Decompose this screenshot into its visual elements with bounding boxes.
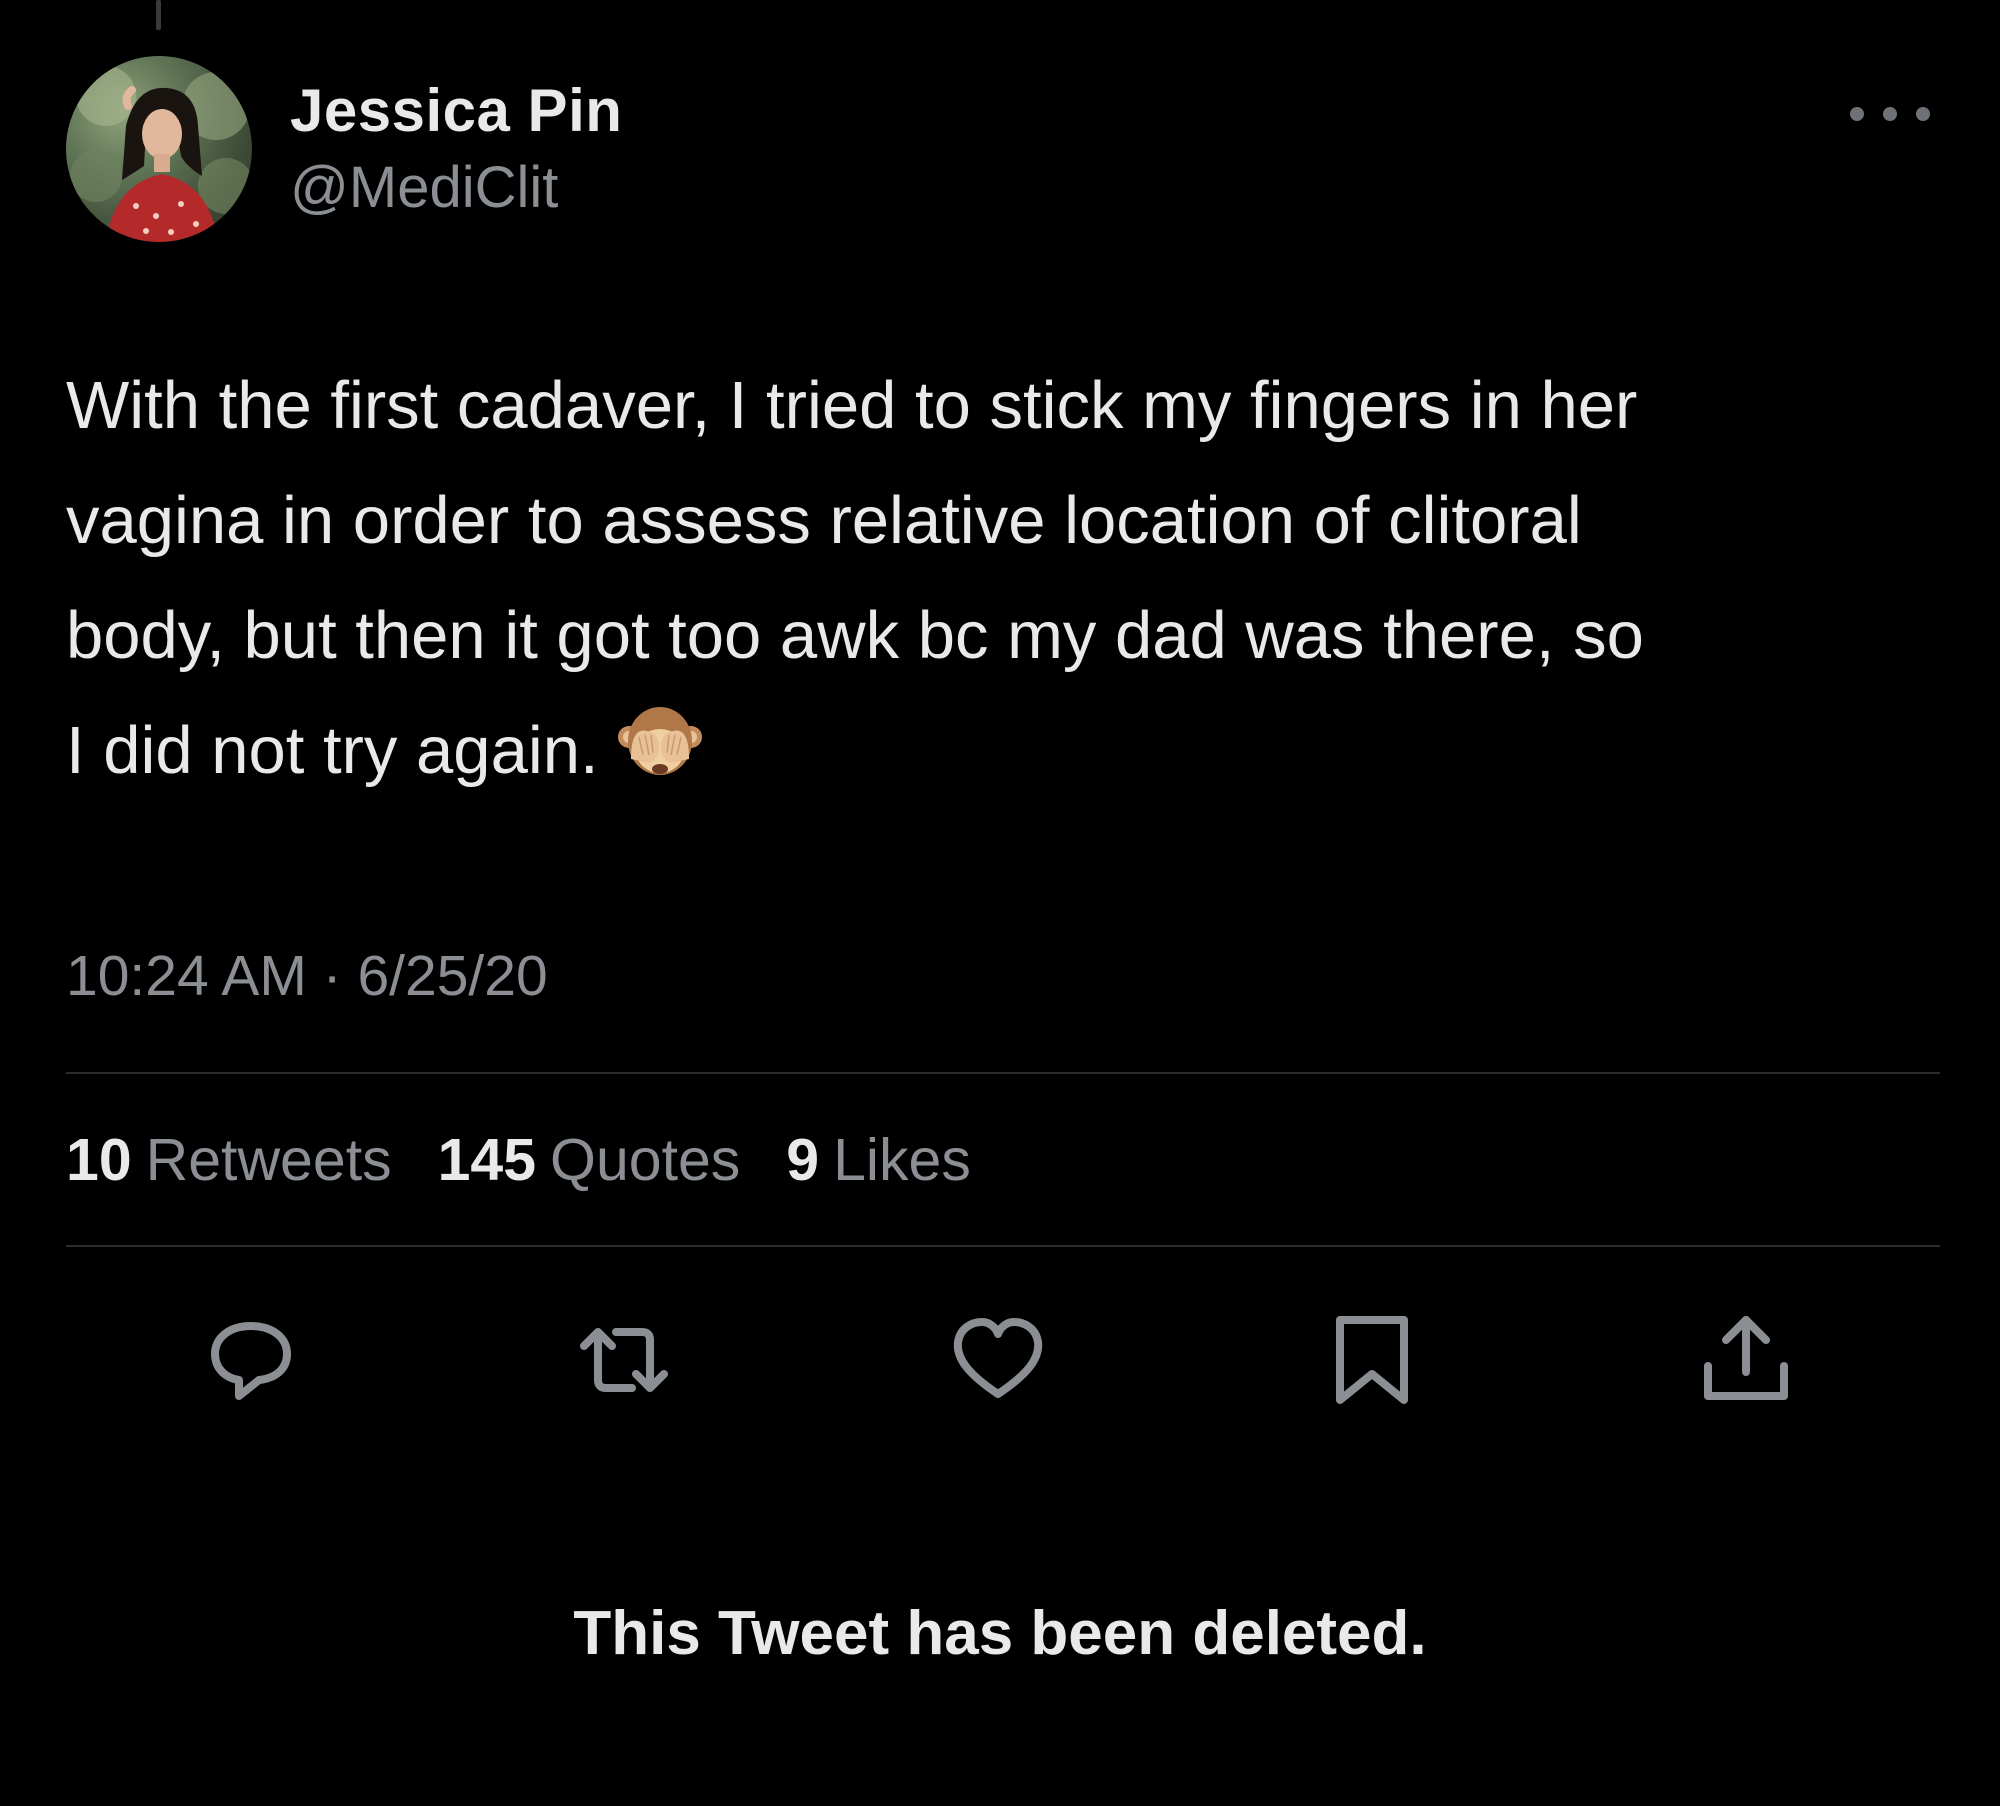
- like-button[interactable]: [938, 1300, 1058, 1420]
- likes-count: 9: [786, 1127, 820, 1193]
- see-no-evil-monkey-icon: [617, 707, 702, 775]
- tweet-stats: 10 Retweets 145 Quotes 9 Likes: [66, 1126, 971, 1194]
- bookmark-icon: [1336, 1316, 1408, 1404]
- more-dot: [1916, 107, 1930, 121]
- quotes-label: Quotes: [550, 1127, 741, 1193]
- thread-connector-line: [156, 0, 161, 30]
- retweet-icon: [580, 1328, 668, 1392]
- deleted-tweet-notice: This Tweet has been deleted.: [573, 1599, 1427, 1668]
- reply-button[interactable]: [191, 1300, 311, 1420]
- more-dot: [1850, 107, 1864, 121]
- tweet-timestamp[interactable]: 10:24 AM · 6/25/20: [66, 943, 548, 1009]
- author-name[interactable]: Jessica Pin: [290, 76, 622, 145]
- likes-label: Likes: [833, 1127, 971, 1193]
- share-icon: [1704, 1316, 1788, 1400]
- bookmark-button[interactable]: [1312, 1300, 1432, 1420]
- quotes-stat[interactable]: 145 Quotes: [438, 1126, 741, 1194]
- share-button[interactable]: [1686, 1300, 1806, 1420]
- more-options-icon[interactable]: [1850, 96, 1930, 132]
- tweet-text-line-last: I did not try again.: [66, 693, 1946, 808]
- author-handle[interactable]: @MediClit: [290, 154, 558, 221]
- retweets-stat[interactable]: 10 Retweets: [66, 1126, 392, 1194]
- like-icon: [953, 1318, 1043, 1398]
- tweet-header: Jessica Pin @MediClit: [66, 56, 1946, 246]
- retweet-button[interactable]: [564, 1300, 684, 1420]
- tweet-text-line: body, but then it got too awk bc my dad …: [66, 598, 1644, 673]
- more-dot: [1883, 107, 1897, 121]
- tweet-text-line: With the first cadaver, I tried to stick…: [66, 368, 1638, 443]
- avatar[interactable]: [66, 56, 252, 242]
- retweets-count: 10: [66, 1127, 132, 1193]
- reply-icon: [211, 1322, 291, 1400]
- divider: [66, 1072, 1940, 1074]
- tweet-text-line: I did not try again.: [66, 713, 599, 788]
- retweets-label: Retweets: [145, 1127, 392, 1193]
- likes-stat[interactable]: 9 Likes: [786, 1126, 971, 1194]
- tweet-actions-bar: [0, 1300, 2000, 1420]
- tweet-text-line: vagina in order to assess relative locat…: [66, 483, 1582, 558]
- tweet-body: With the first cadaver, I tried to stick…: [66, 348, 1946, 808]
- divider: [66, 1245, 1940, 1247]
- quotes-count: 145: [437, 1127, 537, 1193]
